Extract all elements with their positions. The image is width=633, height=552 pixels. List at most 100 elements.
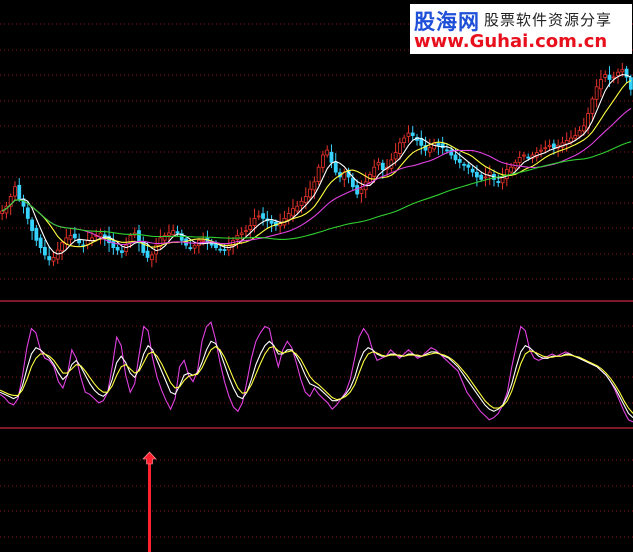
candle-body — [30, 219, 34, 231]
candle-body — [72, 233, 77, 239]
candle-body — [607, 74, 612, 80]
oscillator-line-1 — [0, 321, 633, 423]
candle-body — [252, 217, 257, 226]
candle-body — [483, 176, 488, 179]
candle-body — [590, 98, 595, 114]
candle-body — [376, 161, 381, 166]
candle-body — [616, 71, 620, 77]
candle-body — [445, 149, 449, 152]
candle-body — [603, 74, 608, 78]
candle-body — [286, 213, 291, 221]
candle-body — [222, 249, 227, 251]
watermark-url: www.Guhai.com.cn — [414, 31, 608, 52]
oscillator-panel — [0, 321, 633, 423]
candle-body — [295, 205, 300, 212]
candle-body — [573, 135, 578, 139]
candle-body — [149, 254, 154, 261]
candle-body — [239, 232, 244, 235]
candle-body — [496, 181, 501, 183]
panel-dividers — [0, 300, 633, 429]
candle-body — [333, 161, 338, 173]
candle-body — [115, 246, 120, 251]
candle-body — [55, 249, 60, 260]
price-panel — [0, 62, 633, 268]
candle-body — [402, 137, 407, 143]
candle-body — [291, 208, 295, 217]
watermark-tagline: 股票软件资源分享 — [484, 11, 613, 29]
candle-body — [321, 154, 325, 168]
candle-body — [47, 256, 52, 261]
grid-lines — [0, 23, 633, 538]
candle-body — [359, 188, 364, 194]
candle-body — [398, 142, 402, 154]
candle-body — [209, 243, 214, 246]
candle-body — [427, 147, 432, 153]
candle-body — [577, 130, 582, 137]
candle-body — [594, 86, 599, 100]
candle-body — [51, 256, 56, 262]
signal-bar — [148, 462, 151, 552]
oscillator-line-2 — [0, 340, 633, 419]
candle-body — [462, 163, 466, 166]
candle-body — [98, 232, 103, 237]
candle-body — [350, 177, 355, 188]
candle-body — [68, 235, 73, 240]
candle-body — [380, 162, 385, 171]
candle-body — [43, 246, 47, 256]
candle-body — [325, 149, 330, 156]
candle-body — [299, 200, 304, 206]
candle-body — [474, 172, 479, 178]
candle-body — [551, 143, 556, 149]
candle-body — [620, 69, 625, 73]
candle-body — [453, 154, 458, 161]
candle-body — [124, 244, 129, 252]
candle-body — [303, 196, 308, 203]
candle-body — [192, 244, 197, 249]
candle-body — [316, 166, 321, 182]
candle-body — [17, 184, 22, 200]
candle-body — [235, 235, 240, 240]
candle-body — [218, 248, 223, 251]
candle-body — [171, 230, 176, 236]
candle-body — [372, 166, 377, 177]
candle-body — [406, 132, 411, 137]
candle-body — [269, 220, 274, 224]
candle-body — [539, 149, 543, 152]
candle-body — [479, 174, 484, 180]
candle-body — [145, 250, 150, 258]
candle-body — [517, 157, 522, 163]
candle-body — [522, 154, 526, 157]
candle-body — [547, 144, 552, 147]
candle-body — [308, 188, 312, 198]
candle-body — [119, 250, 124, 253]
candle-body — [256, 215, 261, 218]
moving-average-lines — [1, 74, 632, 255]
candle-body — [436, 143, 441, 146]
candle-body — [13, 186, 17, 197]
candle-body — [470, 168, 475, 173]
candle-body — [526, 156, 531, 159]
candle-body — [628, 77, 633, 90]
candle-body — [329, 151, 334, 163]
candle-body — [466, 164, 471, 168]
watermark-logo: 股海网 股票软件资源分享 www.Guhai.com.cn — [410, 4, 632, 54]
candle-body — [261, 213, 265, 219]
candle-body — [25, 207, 30, 219]
candle-body — [188, 247, 193, 250]
chart-canvas — [0, 23, 633, 552]
candle-body — [457, 159, 462, 163]
candle-body — [248, 225, 253, 230]
candle-body — [599, 79, 603, 90]
stock-chart-window: 股海网 股票软件资源分享 www.Guhai.com.cn — [0, 0, 633, 552]
candle-body — [0, 210, 5, 214]
candle-body — [504, 169, 509, 180]
candle-body — [167, 232, 171, 236]
candle-body — [34, 227, 39, 241]
candle-body — [38, 237, 43, 249]
up-arrow-icon — [142, 451, 157, 465]
candle-body — [175, 231, 180, 234]
candle-body — [393, 152, 398, 160]
candle-body — [569, 137, 573, 143]
candle-body — [244, 230, 248, 232]
ma-10-line — [1, 80, 632, 248]
